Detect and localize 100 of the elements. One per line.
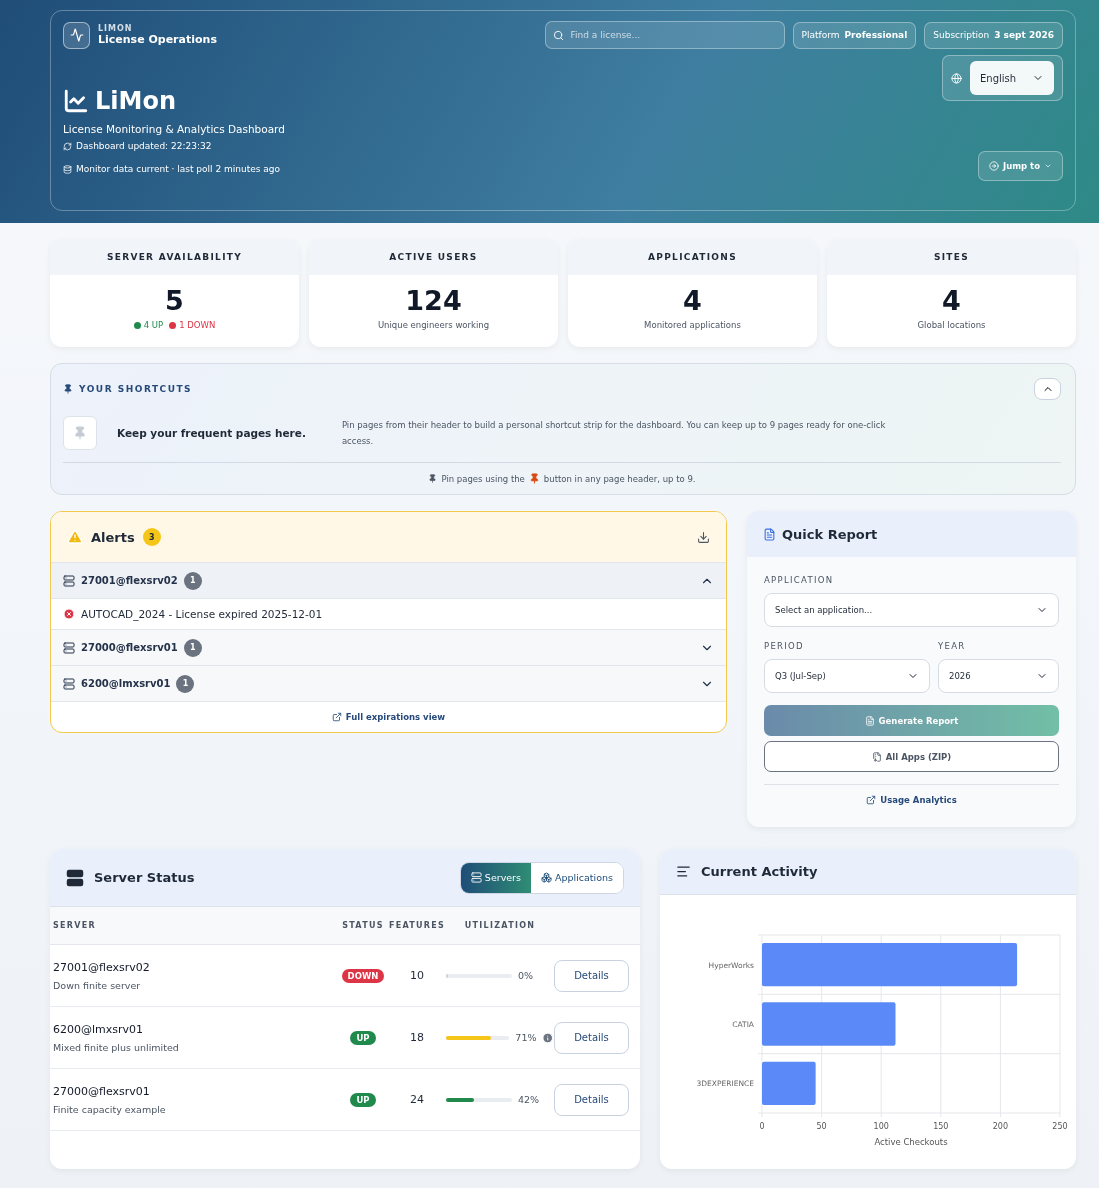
status-dot (133, 321, 141, 329)
feature-count: 24 (409, 1093, 425, 1106)
tick-label: 50 (816, 1122, 827, 1131)
status-dot (169, 321, 177, 329)
app-title: LiMon (95, 87, 176, 115)
shortcut-text: Pin pages from their header to build a personal shortcut strip for the dashboard. You can keep up to 9 pages ready for one-click access. (341, 419, 887, 448)
field-label: YEAR (938, 641, 967, 651)
utilization-value: 0% (518, 970, 534, 981)
server-name: 27000@flexsrv01 (81, 642, 178, 653)
server-icon (63, 574, 75, 587)
stat-header: SERVER AVAILABILITY (50, 239, 299, 275)
app-subtitle: License Monitoring & Analytics Dashboard (63, 123, 286, 135)
stat-header: APPLICATIONS (568, 239, 817, 275)
external-link-icon (331, 712, 342, 722)
stat-header: ACTIVE USERS (309, 239, 558, 275)
chart-line-icon (63, 88, 89, 114)
tick-label: 250 (1052, 1122, 1068, 1131)
hint-text: Pin pages using the (441, 473, 525, 484)
view-tab[interactable]: Servers (460, 862, 531, 893)
column-header: FEATURES (388, 921, 446, 930)
feature-count: 10 (409, 969, 425, 982)
field-label: PERIOD (764, 641, 805, 651)
details-button[interactable]: Details (554, 1083, 629, 1116)
card-title: Alerts (91, 529, 135, 545)
server-icon (63, 641, 75, 654)
utilization-value: 42% (518, 1094, 540, 1105)
document-icon (864, 715, 875, 726)
caret-icon (1044, 162, 1052, 170)
bar (762, 1061, 816, 1105)
field-label: APPLICATION (764, 575, 835, 585)
server-name: 27001@flexsrv02 (81, 575, 178, 586)
server-name: 27001@flexsrv02 (53, 960, 151, 974)
server-icon (63, 677, 75, 690)
application-select[interactable]: Select an application... (764, 593, 1059, 627)
alert-group[interactable]: 27001@flexsrv02 1 (51, 562, 726, 598)
archive-file-icon (871, 751, 882, 762)
pushpin-icon (528, 473, 540, 484)
warning-icon (67, 529, 83, 545)
server-name: 27000@flexsrv01 (53, 1084, 151, 1098)
refresh-icon (63, 141, 72, 151)
updated-text: Dashboard updated: 22:23:32 (76, 141, 212, 151)
stat-value: 4 (942, 285, 961, 316)
search-icon (552, 29, 564, 41)
language-select[interactable]: English (970, 61, 1054, 95)
chip-label: Subscription (933, 30, 990, 40)
utilization-value: 71% (515, 1032, 537, 1043)
alert-group[interactable]: 6200@lmxsrv01 1 (51, 665, 726, 701)
down-count: 1 DOWN (179, 320, 216, 330)
zip-button[interactable]: All Apps (ZIP) (764, 741, 1059, 772)
server-icon (66, 868, 84, 887)
tick-label: 150 (933, 1122, 949, 1131)
card-title: Quick Report (782, 526, 878, 542)
tick-label: 200 (992, 1122, 1009, 1131)
details-button[interactable]: Details (554, 959, 629, 992)
server-description: Finite capacity example (53, 1103, 167, 1115)
alert-group[interactable]: 27000@flexsrv01 1 (51, 629, 726, 665)
stat-value: 124 (405, 285, 462, 316)
column-header: SERVER (53, 921, 97, 930)
pin-icon (428, 474, 438, 483)
status-badge: UP (350, 1030, 376, 1045)
download-icon[interactable] (697, 530, 710, 544)
count-badge: 3 (142, 528, 161, 546)
column-header: UTILIZATION (463, 921, 537, 930)
database-icon (63, 164, 72, 174)
count-badge: 1 (183, 638, 202, 657)
server-name: 6200@lmxsrv01 (81, 678, 171, 689)
document-icon (763, 527, 776, 541)
arrow-circle-icon (988, 161, 999, 171)
count-badge: 1 (183, 571, 202, 590)
poll-text: Monitor data current · last poll 2 minutes ago (76, 164, 281, 174)
tick-label: 0 (759, 1122, 765, 1131)
year-select[interactable]: 2026 (938, 659, 1059, 693)
tick-label: 100 (873, 1122, 889, 1131)
chip-value: 3 sept 2026 (994, 30, 1054, 40)
hint-text: button in any page header, up to 9. (543, 473, 696, 484)
server-name: 6200@lmxsrv01 (53, 1022, 145, 1036)
logo-icon (63, 21, 90, 49)
shortcut-lead: Keep your frequent pages here. (117, 427, 306, 439)
pin-icon (63, 384, 73, 394)
stat-value: 5 (165, 285, 184, 316)
globe-icon (951, 72, 962, 84)
axis-title: Active Checkouts (874, 1137, 948, 1147)
period-select[interactable]: Q3 (Jul-Sep) (764, 659, 930, 693)
count-badge: 1 (176, 674, 195, 693)
status-badge: UP (350, 1092, 376, 1107)
stat-note: Monitored applications (644, 320, 741, 330)
analytics-link[interactable]: Usage Analytics (764, 784, 1059, 815)
stat-note: Global locations (917, 320, 986, 330)
stat-header: SITES (827, 239, 1076, 275)
brand-label: LIMON (98, 24, 134, 33)
expirations-link[interactable]: Full expirations view (51, 701, 726, 732)
stat-note: Unique engineers working (377, 320, 490, 330)
server-description: Down finite server (53, 979, 142, 991)
pin-icon (73, 426, 87, 440)
details-button[interactable]: Details (554, 1021, 629, 1054)
card-title: Server Status (94, 870, 195, 885)
panel-title: YOUR SHORTCUTS (79, 384, 193, 394)
column-header: STATUS (341, 921, 385, 930)
boxes-icon (540, 872, 552, 883)
up-count: 4 UP (143, 320, 164, 330)
